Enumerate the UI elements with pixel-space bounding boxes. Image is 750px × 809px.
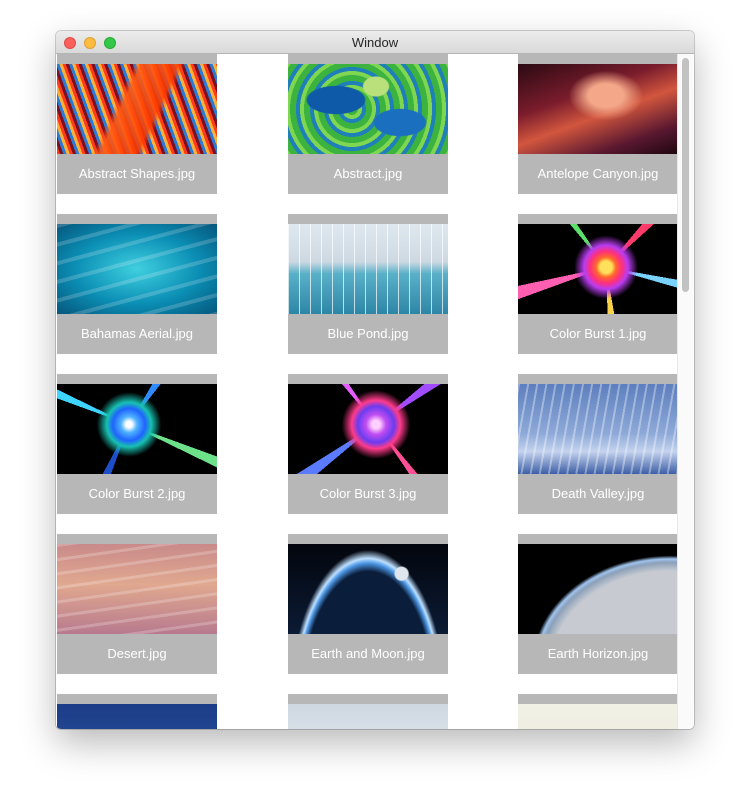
scrollbar-thumb[interactable] bbox=[682, 58, 689, 292]
image-filename-label: Earth Horizon.jpg bbox=[547, 646, 649, 661]
image-tile[interactable]: Bahamas Aerial.jpg bbox=[57, 214, 217, 354]
image-thumbnail bbox=[288, 224, 448, 314]
image-filename-label: Desert.jpg bbox=[107, 646, 167, 661]
image-filename-label: Earth and Moon.jpg bbox=[311, 646, 425, 661]
image-filename-label: Blue Pond.jpg bbox=[327, 326, 409, 341]
image-thumbnail bbox=[288, 544, 448, 634]
image-filename-label: Abstract Shapes.jpg bbox=[78, 166, 196, 181]
image-thumbnail bbox=[518, 544, 678, 634]
image-thumbnail bbox=[57, 64, 217, 154]
image-tile[interactable] bbox=[288, 694, 448, 729]
window-title: Window bbox=[351, 35, 399, 50]
image-tile[interactable]: Abstract.jpg bbox=[288, 54, 448, 194]
image-tile[interactable]: Blue Pond.jpg bbox=[288, 214, 448, 354]
app-window: Window Abstract Shapes.jpg Abstract.jpg An… bbox=[56, 31, 694, 729]
image-tile[interactable]: Color Burst 1.jpg bbox=[518, 214, 678, 354]
image-filename-label: Bahamas Aerial.jpg bbox=[80, 326, 193, 341]
image-tile[interactable]: Death Valley.jpg bbox=[518, 374, 678, 514]
image-tile[interactable] bbox=[518, 694, 678, 729]
title-bar[interactable]: Window bbox=[56, 31, 694, 54]
image-filename-label: Death Valley.jpg bbox=[551, 486, 645, 501]
image-thumbnail bbox=[57, 224, 217, 314]
image-filename-label: Color Burst 3.jpg bbox=[319, 486, 417, 501]
image-thumbnail bbox=[518, 704, 678, 729]
image-thumbnail bbox=[288, 64, 448, 154]
image-thumbnail bbox=[288, 384, 448, 474]
image-filename-label: Color Burst 2.jpg bbox=[88, 486, 186, 501]
image-filename-label: Color Burst 1.jpg bbox=[549, 326, 647, 341]
image-tile[interactable]: Earth Horizon.jpg bbox=[518, 534, 678, 674]
image-tile[interactable]: Color Burst 2.jpg bbox=[57, 374, 217, 514]
image-tile[interactable]: Abstract Shapes.jpg bbox=[57, 54, 217, 194]
image-tile[interactable]: Desert.jpg bbox=[57, 534, 217, 674]
image-thumbnail bbox=[518, 224, 678, 314]
image-tile[interactable] bbox=[57, 694, 217, 729]
image-thumbnail bbox=[518, 384, 678, 474]
image-thumbnail bbox=[518, 64, 678, 154]
image-tile[interactable]: Color Burst 3.jpg bbox=[288, 374, 448, 514]
image-thumbnail bbox=[57, 384, 217, 474]
image-grid: Abstract Shapes.jpg Abstract.jpg Antelope … bbox=[56, 54, 694, 729]
image-thumbnail bbox=[57, 544, 217, 634]
image-filename-label: Abstract.jpg bbox=[333, 166, 403, 181]
image-tile[interactable]: Antelope Canyon.jpg bbox=[518, 54, 678, 194]
image-thumbnail bbox=[57, 704, 217, 729]
image-thumbnail bbox=[288, 704, 448, 729]
image-filename-label: Antelope Canyon.jpg bbox=[537, 166, 659, 181]
image-tile[interactable]: Earth and Moon.jpg bbox=[288, 534, 448, 674]
vertical-scrollbar[interactable] bbox=[677, 54, 693, 729]
